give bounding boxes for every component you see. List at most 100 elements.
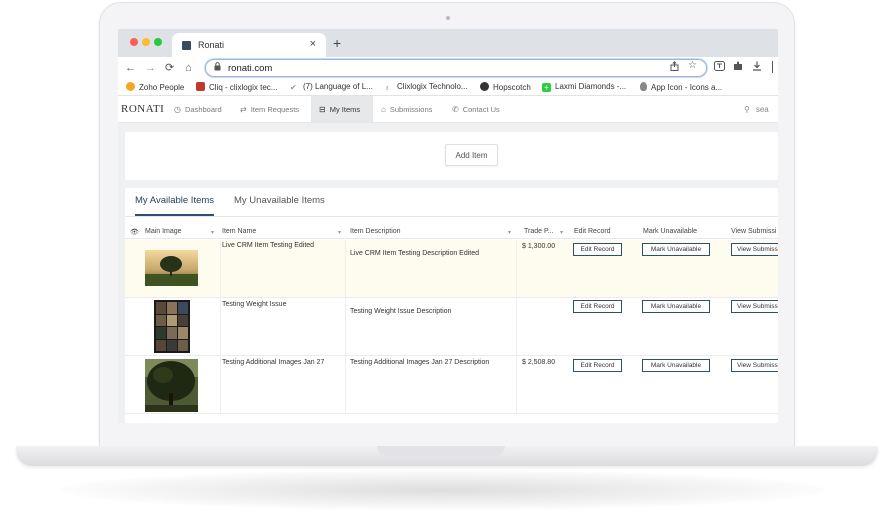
nav-search[interactable]: ⚲ sea xyxy=(744,105,769,114)
apple-icon xyxy=(640,82,647,91)
tab-unavailable-items[interactable]: My Unavailable Items xyxy=(234,195,325,214)
browser-toolbar: ← → ⟳ ⌂ ronati.com ☆ xyxy=(118,57,778,79)
bookmark-language[interactable]: ✔ (7) Language of L... xyxy=(290,82,373,92)
tree-image[interactable] xyxy=(145,359,198,412)
edit-record-button[interactable]: Edit Record xyxy=(573,300,622,313)
forward-icon[interactable]: → xyxy=(145,61,156,75)
back-icon[interactable]: ← xyxy=(125,61,136,75)
tab-available-items[interactable]: My Available Items xyxy=(135,195,215,216)
dashboard-icon: ◷ xyxy=(174,105,181,114)
column-visibility-icon[interactable]: 👁 xyxy=(130,228,139,236)
sort-icon[interactable]: ▾ xyxy=(508,229,511,236)
bookmark-clixlogix[interactable]: ♁ Clixlogix Technolo... xyxy=(384,82,468,92)
view-submissions-button[interactable]: View Submiss xyxy=(731,359,778,372)
nav-dashboard[interactable]: ◷ Dashboard xyxy=(174,96,228,122)
table-row[interactable]: Live CRM Item Testing Edited Live CRM It… xyxy=(125,240,778,298)
nav-item-requests[interactable]: ⇄ Item Requests xyxy=(240,96,305,122)
address-bar[interactable]: ronati.com ☆ xyxy=(205,59,707,77)
laptop-camera xyxy=(446,16,450,20)
bookmark-label: Zoho People xyxy=(139,83,185,92)
item-description: Testing Weight Issue Description xyxy=(350,308,452,315)
sort-icon[interactable]: ▾ xyxy=(211,229,214,236)
table-row[interactable]: Testing Weight Issue Testing Weight Issu… xyxy=(125,298,778,356)
bookmark-star-icon[interactable]: ☆ xyxy=(688,60,697,71)
window-minimize-dot[interactable] xyxy=(142,38,150,46)
browser-tab-strip: Ronati × + xyxy=(118,29,778,57)
bookmark-label: Hopscotch xyxy=(493,83,531,92)
window-close-dot[interactable] xyxy=(130,38,138,46)
view-submissions-button[interactable]: View Submiss xyxy=(731,243,778,256)
extensions-puzzle-icon[interactable] xyxy=(733,61,743,75)
nav-label: Dashboard xyxy=(184,105,222,114)
bookmark-laxmi-diamonds[interactable]: + Laxmi Diamonds -... xyxy=(542,82,626,92)
reload-icon[interactable]: ⟳ xyxy=(165,61,174,75)
tab-close-icon[interactable]: × xyxy=(310,38,316,50)
new-tab-icon[interactable]: + xyxy=(333,35,341,51)
tree-field-image[interactable] xyxy=(145,250,198,286)
globe-icon xyxy=(480,82,489,91)
bookmark-label: (7) Language of L... xyxy=(303,82,373,91)
mark-unavailable-button[interactable]: Mark Unavailable xyxy=(642,359,710,372)
items-icon: ⊟ xyxy=(319,105,326,114)
lock-icon xyxy=(214,62,221,73)
collage-image[interactable] xyxy=(154,300,190,353)
view-submissions-button[interactable]: View Submiss xyxy=(731,300,778,313)
column-header-trade-price[interactable]: Trade P... ▾ xyxy=(524,228,563,236)
bookmark-label: App Icon - Icons a... xyxy=(651,83,723,92)
add-item-button[interactable]: Add Item xyxy=(445,144,498,166)
item-name: Live CRM Item Testing Edited xyxy=(222,242,315,249)
sort-icon[interactable]: ▾ xyxy=(560,229,563,236)
mark-unavailable-button[interactable]: Mark Unavailable xyxy=(642,243,710,256)
laptop-screen: Ronati × + ← → ⟳ ⌂ ronati.com ☆ Zoho Peo… xyxy=(118,29,778,423)
nav-label: Submissions xyxy=(389,105,433,114)
nav-my-items[interactable]: ⊟ My Items xyxy=(311,96,373,122)
nav-contact-us[interactable]: ✆ Contact Us xyxy=(452,96,506,122)
browser-tab[interactable]: Ronati × xyxy=(172,33,326,57)
bookmark-hopscotch[interactable]: Hopscotch xyxy=(480,82,531,92)
tabs-divider xyxy=(125,216,778,217)
column-header-edit-record: Edit Record xyxy=(574,228,611,235)
column-header-item-name[interactable]: Item Name ▾ xyxy=(222,228,341,236)
home-icon[interactable]: ⌂ xyxy=(185,61,192,75)
column-divider xyxy=(516,240,517,298)
share-icon[interactable] xyxy=(670,61,679,74)
search-icon: ⚲ xyxy=(744,105,750,114)
column-header-view-submissions: View Submissi xyxy=(731,228,777,235)
menu-edge-icon[interactable] xyxy=(772,61,776,73)
mark-unavailable-button[interactable]: Mark Unavailable xyxy=(642,300,710,313)
sort-icon[interactable]: ▾ xyxy=(338,229,341,236)
table-header: 👁 Main Image ▾ Item Name ▾ Item Descriptio… xyxy=(125,226,778,239)
trade-price: $ 2,508.80 xyxy=(522,359,556,366)
bookmark-zoho-people[interactable]: Zoho People xyxy=(126,82,184,92)
column-header-label: Item Name xyxy=(222,228,257,235)
edit-record-button[interactable]: Edit Record xyxy=(573,243,622,256)
extension-translate-icon[interactable] xyxy=(714,61,725,75)
column-divider xyxy=(345,240,346,298)
bookmarks-bar: Zoho People Cliq - clixlogix tec... ✔ (7)… xyxy=(118,79,778,96)
item-name: Testing Weight Issue xyxy=(222,301,287,308)
download-icon[interactable] xyxy=(752,61,762,75)
column-header-label: Trade P... xyxy=(524,228,554,235)
browser-tab-title: Ronati xyxy=(198,40,225,50)
bookmark-cliq[interactable]: Cliq - clixlogix tec... xyxy=(196,82,277,92)
column-divider xyxy=(516,298,517,356)
nav-label: My Items xyxy=(329,105,361,114)
column-header-main-image[interactable]: Main Image ▾ xyxy=(145,228,214,236)
plus-icon: + xyxy=(542,83,551,92)
column-header-item-description[interactable]: Item Description ▾ xyxy=(350,228,511,236)
table-row[interactable]: Testing Additional Images Jan 27 Testing… xyxy=(125,356,778,414)
edit-record-button[interactable]: Edit Record xyxy=(573,359,622,372)
column-divider xyxy=(220,356,221,414)
column-divider xyxy=(220,298,221,356)
url-text: ronati.com xyxy=(228,63,273,74)
column-divider xyxy=(345,298,346,356)
bookmark-app-icon[interactable]: App Icon - Icons a... xyxy=(640,82,722,92)
brand-logo[interactable]: RONATI xyxy=(121,103,164,115)
bookmark-label: Cliq - clixlogix tec... xyxy=(209,83,278,92)
zoho-icon xyxy=(126,82,135,91)
app-navbar: RONATI ◷ Dashboard ⇄ Item Requests ⊟ My Ite… xyxy=(118,96,778,123)
bulb-icon: ♁ xyxy=(384,83,390,92)
window-zoom-dot[interactable] xyxy=(154,38,162,46)
nav-submissions[interactable]: ⌂ Submissions xyxy=(381,96,438,122)
column-header-label: Item Description xyxy=(350,228,401,235)
